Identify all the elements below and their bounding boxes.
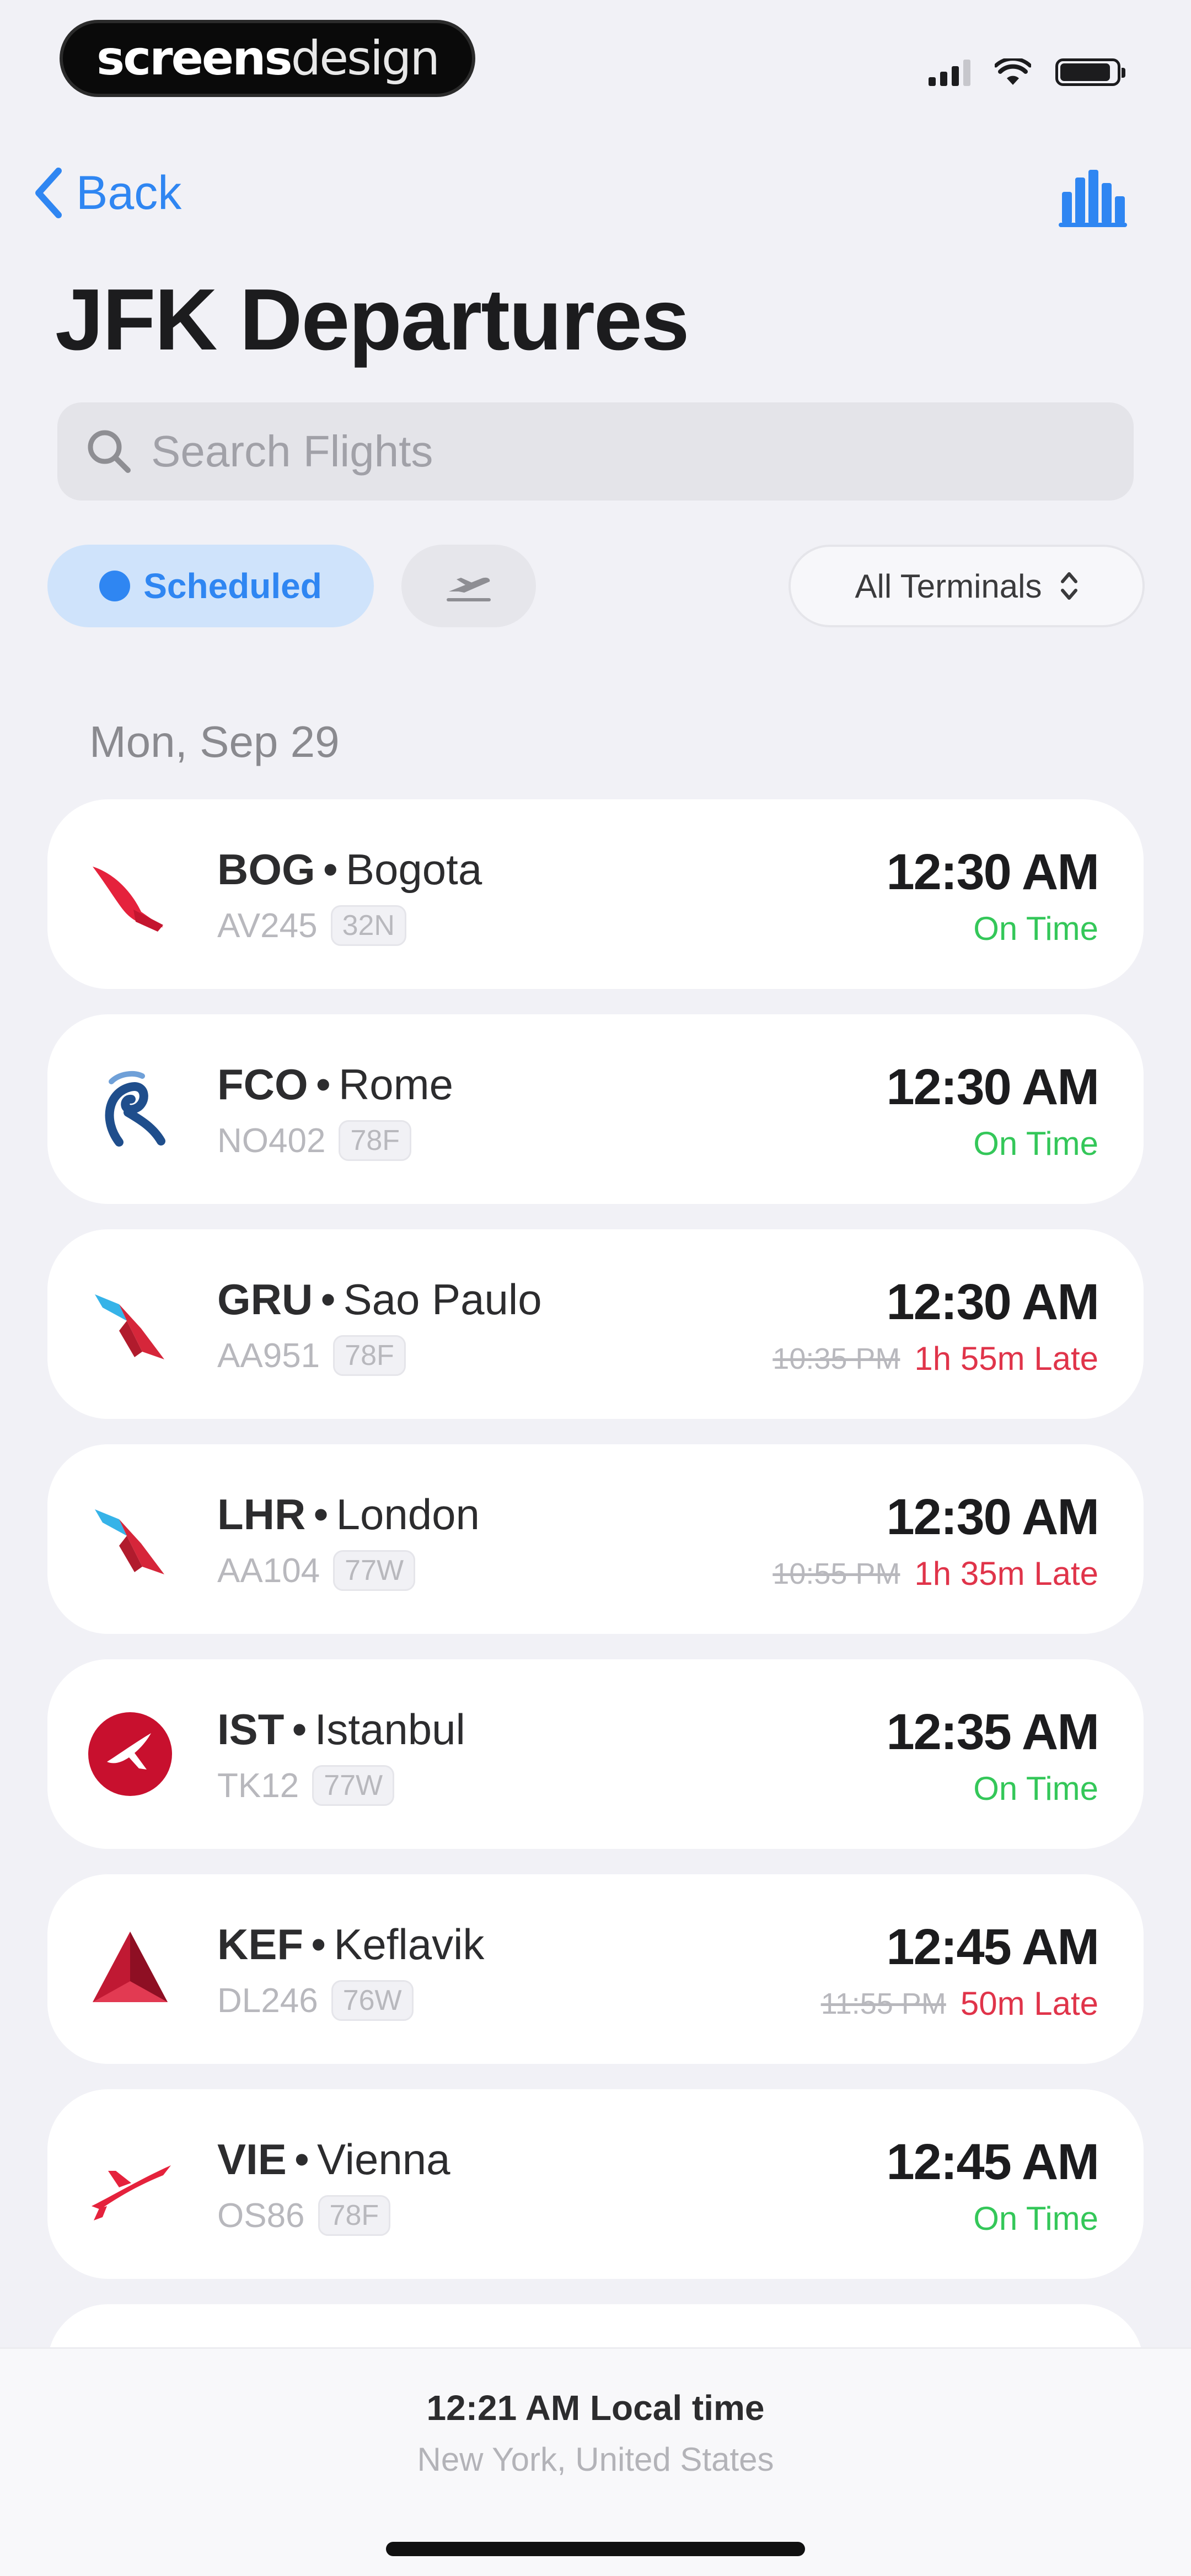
status-icons bbox=[929, 53, 1125, 86]
aircraft-badge: 78F bbox=[339, 1120, 412, 1161]
flight-number: AV245 bbox=[217, 906, 318, 945]
original-time: 11:55 PM bbox=[820, 1987, 946, 2020]
departure-time: 12:30 AM bbox=[886, 1059, 1099, 1115]
american-airlines-logo-icon bbox=[95, 1509, 164, 1574]
flight-details: AV245 32N bbox=[217, 905, 406, 946]
scheduled-filter-chip[interactable]: Scheduled bbox=[47, 545, 374, 627]
flight-route: KEF • Keflavik bbox=[217, 1920, 485, 1969]
flight-status-line: 10:55 PM 1h 35m Late bbox=[772, 1555, 1098, 1593]
flight-status: 1h 55m Late bbox=[914, 1340, 1098, 1377]
flight-row[interactable]: IST • Istanbul TK12 77W 12:35 AM On Time bbox=[47, 1659, 1144, 1849]
flight-details: AA104 77W bbox=[217, 1550, 416, 1591]
american-airlines-logo-icon bbox=[95, 1294, 164, 1359]
flight-route: GRU • Sao Paulo bbox=[217, 1275, 542, 1324]
selected-check-icon bbox=[99, 571, 131, 601]
flight-route: BOG • Bogota bbox=[217, 845, 482, 894]
plane-takeoff-icon bbox=[447, 577, 491, 601]
delta-logo-icon bbox=[93, 1932, 168, 2002]
chevron-up-down-icon bbox=[1060, 572, 1077, 600]
flight-route: VIE • Vienna bbox=[217, 2135, 450, 2184]
flight-row[interactable]: LHR • London AA104 77W 12:30 AM 10:55 PM 1… bbox=[47, 1444, 1144, 1634]
flight-row[interactable]: GRU • Sao Paulo AA951 78F 12:30 AM 10:35 P… bbox=[47, 1229, 1144, 1419]
flight-status: On Time bbox=[973, 1770, 1098, 1807]
flight-status-line: On Time bbox=[973, 2199, 1098, 2238]
date-section-header: Mon, Sep 29 bbox=[89, 717, 340, 766]
original-time: 10:55 PM bbox=[772, 1557, 900, 1590]
page-title: JFK Departures bbox=[55, 271, 690, 368]
aircraft-badge: 78F bbox=[318, 2195, 391, 2236]
flight-number: AA951 bbox=[217, 1336, 320, 1375]
local-time-footer: 12:21 AM Local time New York, United Sta… bbox=[0, 2347, 1191, 2576]
departure-time: 12:45 AM bbox=[886, 2134, 1099, 2190]
departure-time: 12:35 AM bbox=[886, 1704, 1099, 1760]
flight-status: 1h 35m Late bbox=[914, 1555, 1098, 1592]
back-button[interactable]: Back bbox=[34, 160, 181, 226]
flight-number: NO402 bbox=[217, 1121, 326, 1160]
back-label: Back bbox=[76, 166, 182, 219]
cellular-signal-icon bbox=[929, 58, 970, 86]
aircraft-badge: 77W bbox=[333, 1550, 416, 1591]
flight-number: OS86 bbox=[217, 2196, 305, 2235]
flight-route: FCO • Rome bbox=[217, 1060, 454, 1109]
avianca-logo-icon bbox=[93, 867, 163, 932]
flight-status: On Time bbox=[973, 1125, 1098, 1162]
home-indicator[interactable] bbox=[386, 2542, 805, 2556]
wifi-icon bbox=[995, 58, 1031, 85]
aircraft-badge: 76W bbox=[331, 1980, 414, 2021]
flight-status: On Time bbox=[973, 2200, 1098, 2237]
flight-number: TK12 bbox=[217, 1766, 299, 1805]
flight-details: AA951 78F bbox=[217, 1335, 406, 1376]
flight-details: DL246 76W bbox=[217, 1980, 414, 2021]
flight-status-line: 10:35 PM 1h 55m Late bbox=[772, 1340, 1098, 1378]
flight-details: TK12 77W bbox=[217, 1765, 395, 1806]
aircraft-badge: 78F bbox=[333, 1335, 406, 1376]
flight-status: On Time bbox=[973, 910, 1098, 947]
flight-status-line: On Time bbox=[973, 910, 1098, 948]
chevron-left-icon bbox=[35, 168, 62, 218]
aircraft-badge: 77W bbox=[312, 1765, 395, 1806]
flight-number: DL246 bbox=[217, 1981, 318, 2020]
departure-time: 12:45 AM bbox=[886, 1919, 1099, 1975]
flight-row[interactable]: KEF • Keflavik DL246 76W 12:45 AM 11:55 PM… bbox=[47, 1874, 1144, 2064]
flight-row[interactable]: VIE • Vienna OS86 78F 12:45 AM On Time bbox=[47, 2089, 1144, 2279]
flight-route: LHR • London bbox=[217, 1490, 480, 1539]
terminal-select-label: All Terminals bbox=[855, 567, 1042, 605]
departure-time: 12:30 AM bbox=[886, 1489, 1099, 1545]
aircraft-badge: 32N bbox=[330, 905, 406, 946]
flight-row[interactable]: BOG • Bogota AV245 32N 12:30 AM On Time bbox=[47, 799, 1144, 989]
turkish-airlines-logo-icon bbox=[88, 1712, 172, 1796]
austrian-logo-icon bbox=[92, 2165, 171, 2220]
scheduled-filter-label: Scheduled bbox=[143, 566, 322, 606]
flight-number: AA104 bbox=[217, 1551, 320, 1590]
search-icon bbox=[88, 430, 131, 473]
search-input[interactable] bbox=[150, 426, 1090, 477]
search-field[interactable] bbox=[57, 402, 1134, 501]
status-bar: screensdesign bbox=[0, 0, 1191, 110]
neos-logo-icon bbox=[105, 1071, 165, 1147]
battery-icon bbox=[1055, 58, 1125, 86]
brand-logo: screensdesign bbox=[96, 31, 440, 86]
brand-watermark: screensdesign bbox=[60, 20, 475, 97]
local-time-label: 12:21 AM Local time bbox=[426, 2388, 765, 2428]
departed-filter-chip[interactable] bbox=[401, 545, 536, 627]
terminal-select[interactable]: All Terminals bbox=[788, 545, 1145, 627]
flight-details: NO402 78F bbox=[217, 1120, 412, 1161]
flight-route: IST • Istanbul bbox=[217, 1705, 465, 1754]
flight-row[interactable]: FCO • Rome NO402 78F 12:30 AM On Time bbox=[47, 1014, 1144, 1204]
flight-list: BOG • Bogota AV245 32N 12:30 AM On Time FC… bbox=[47, 799, 1144, 2519]
flight-status-line: On Time bbox=[973, 1770, 1098, 1808]
flight-status-line: 11:55 PM 50m Late bbox=[821, 1985, 1098, 2023]
departure-time: 12:30 AM bbox=[886, 1274, 1099, 1330]
location-label: New York, United States bbox=[417, 2441, 774, 2478]
departure-time: 12:30 AM bbox=[886, 844, 1099, 900]
flight-status: 50m Late bbox=[960, 1985, 1098, 2022]
flight-status-line: On Time bbox=[973, 1125, 1098, 1163]
flight-details: OS86 78F bbox=[217, 2195, 391, 2236]
stats-button[interactable] bbox=[1055, 161, 1130, 227]
original-time: 10:35 PM bbox=[772, 1342, 900, 1375]
bar-chart-icon bbox=[1059, 170, 1127, 227]
